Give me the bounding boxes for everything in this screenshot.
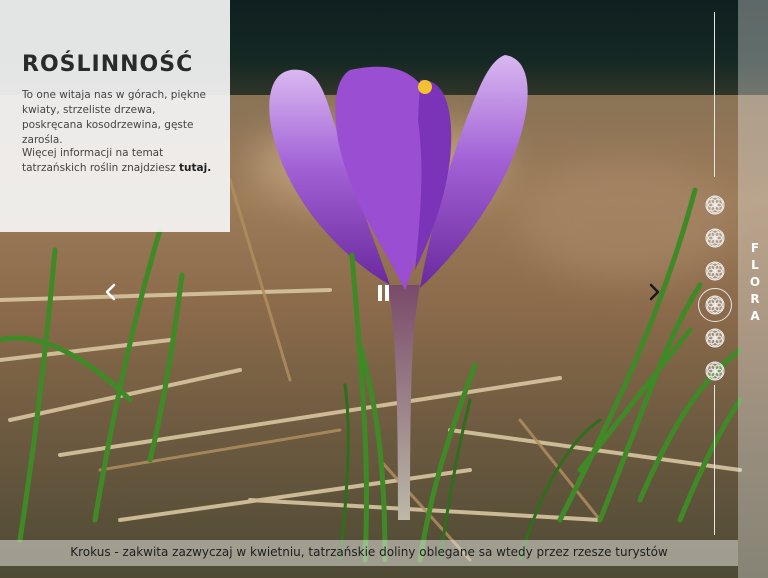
flower-of-life-icon xyxy=(705,195,725,215)
pause-icon xyxy=(385,285,389,301)
nav-item-1[interactable] xyxy=(704,194,726,216)
nav-item-4-active[interactable] xyxy=(698,288,732,322)
info-description: To one witaja nas w górach, piękne kwiat… xyxy=(22,89,207,146)
section-label: FLORA xyxy=(749,241,761,323)
nav-divider xyxy=(714,385,715,535)
nav-item-5[interactable] xyxy=(704,327,726,349)
nav-item-3[interactable] xyxy=(704,260,726,282)
slideshow-stage: ROŚLINNOŚĆ To one witaja nas w górach, p… xyxy=(0,0,768,578)
next-slide-button[interactable] xyxy=(646,283,662,301)
nav-divider xyxy=(714,12,715,177)
nav-item-2[interactable] xyxy=(704,227,726,249)
previous-slide-button[interactable] xyxy=(103,283,119,301)
info-more-text: Więcej informacji na temat tatrzańskich … xyxy=(22,146,217,176)
info-panel: ROŚLINNOŚĆ To one witaja nas w górach, p… xyxy=(0,0,230,232)
nav-item-6[interactable] xyxy=(704,360,726,382)
flower-of-life-icon xyxy=(705,295,725,315)
flower-of-life-icon xyxy=(705,361,725,381)
flower-of-life-icon xyxy=(705,228,725,248)
pause-button[interactable] xyxy=(375,283,393,303)
flower-of-life-icon xyxy=(705,328,725,348)
more-info-link[interactable]: tutaj. xyxy=(179,162,211,174)
photo-caption: Krokus - zakwita zazwyczaj w kwietniu, t… xyxy=(70,545,668,559)
chevron-right-icon xyxy=(649,283,660,301)
page-title: ROŚLINNOŚĆ xyxy=(22,52,194,77)
info-more-prefix: Więcej informacji na temat tatrzańskich … xyxy=(22,147,180,174)
pause-icon xyxy=(378,285,382,301)
chevron-left-icon xyxy=(105,283,116,301)
flower-of-life-icon xyxy=(705,261,725,281)
